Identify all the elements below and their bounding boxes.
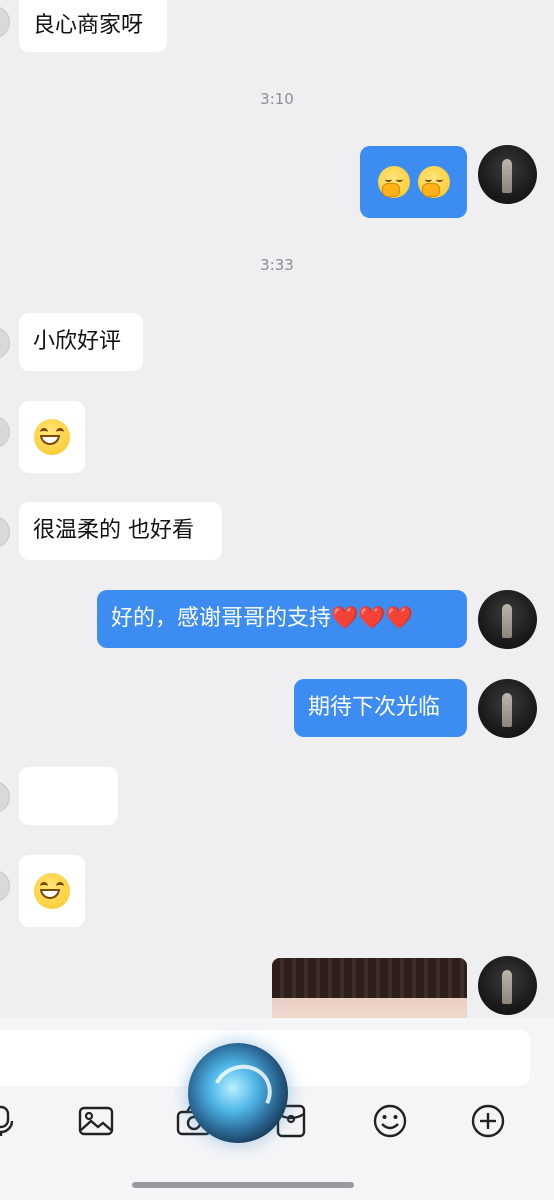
chat-area[interactable]: 良心商家呀 3:10 3:33 小欣好评 很温柔的 也好看 好的，感谢哥哥的支持… <box>0 0 554 1018</box>
incoming-message[interactable] <box>19 855 85 927</box>
outgoing-message[interactable] <box>360 146 467 218</box>
yawn-emoji-icon <box>417 166 450 198</box>
timestamp: 3:10 <box>260 90 294 108</box>
image-icon[interactable] <box>77 1102 115 1140</box>
emoji-icon[interactable] <box>371 1102 409 1140</box>
incoming-message[interactable]: 小欣好评 <box>19 313 143 371</box>
hearts-emoji-icon: ❤️❤️❤️ <box>331 606 414 631</box>
my-avatar[interactable] <box>478 145 537 204</box>
message-text: 良心商家呀 <box>33 13 144 38</box>
home-indicator[interactable] <box>132 1182 354 1188</box>
message-text: 期待下次光临 <box>308 695 441 720</box>
message-text: 很温柔的 也好看 <box>33 518 194 543</box>
peer-avatar[interactable] <box>0 416 10 448</box>
my-avatar[interactable] <box>478 956 537 1015</box>
grin-emoji-icon <box>34 873 70 909</box>
incoming-message[interactable]: 很温柔的 也好看 <box>19 502 222 560</box>
siri-orb-icon[interactable] <box>188 1043 288 1143</box>
yawn-emoji-icon <box>377 166 410 198</box>
message-text: 好的，感谢哥哥的支持 <box>111 606 332 631</box>
my-avatar[interactable] <box>478 679 537 738</box>
incoming-message[interactable] <box>19 401 85 473</box>
peer-avatar[interactable] <box>0 781 10 813</box>
peer-avatar[interactable] <box>0 327 10 359</box>
peer-avatar[interactable] <box>0 516 10 548</box>
message-text: 小欣好评 <box>33 329 122 354</box>
outgoing-message[interactable]: 好的，感谢哥哥的支持 ❤️❤️❤️ <box>97 590 467 648</box>
incoming-message[interactable]: 良心商家呀 <box>19 0 167 52</box>
incoming-message[interactable] <box>19 767 118 825</box>
microphone-icon[interactable] <box>0 1102 20 1140</box>
image-message[interactable] <box>272 958 467 1018</box>
outgoing-message[interactable]: 期待下次光临 <box>294 679 467 737</box>
plus-icon[interactable] <box>469 1102 507 1140</box>
grin-emoji-icon <box>34 419 70 455</box>
timestamp: 3:33 <box>260 256 294 274</box>
peer-avatar[interactable] <box>0 6 10 38</box>
peer-avatar[interactable] <box>0 870 10 902</box>
my-avatar[interactable] <box>478 590 537 649</box>
